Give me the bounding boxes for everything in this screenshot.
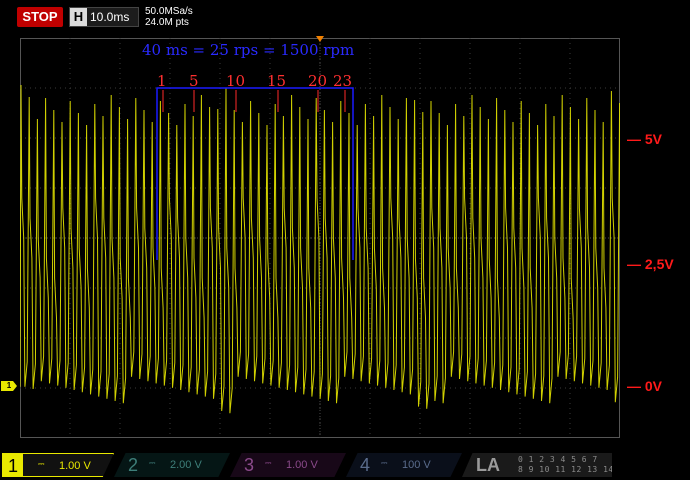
logic-analyzer-label: LA bbox=[476, 455, 500, 475]
voltage-label-text: 0V bbox=[644, 378, 663, 394]
channel-bar: 1 ⎓ 1.00 V 2 ⎓ 2.00 V 3 ⎓ 1.00 V 4 ⎓ 100… bbox=[0, 450, 690, 480]
channel1-ground-marker[interactable]: 1 bbox=[1, 381, 17, 391]
voltage-label-0v: — 0V bbox=[627, 378, 662, 394]
horizontal-label: H bbox=[70, 8, 87, 26]
channel3-tab[interactable]: 3 ⎓ 1.00 V bbox=[230, 453, 346, 477]
dc-coupling-icon: ⎓ bbox=[265, 458, 272, 467]
top-status-bar: STOP H 10.0ms 50.0MSa/s 24.0M pts bbox=[0, 0, 690, 32]
voltage-label-dash: — bbox=[627, 256, 645, 272]
acquisition-info: 50.0MSa/s 24.0M pts bbox=[145, 6, 193, 28]
voltage-label-5v: — 5V bbox=[627, 131, 662, 147]
run-stop-button[interactable]: STOP bbox=[17, 7, 63, 27]
logic-analyzer-tab[interactable]: LA 0 1 2 3 4 5 6 7 8 9 10 11 12 13 14 15 bbox=[462, 453, 612, 477]
voltage-label-text: 2,5V bbox=[644, 256, 674, 272]
waveform-display[interactable] bbox=[20, 38, 620, 438]
voltage-label-text: 5V bbox=[644, 131, 663, 147]
dc-coupling-icon: ⎓ bbox=[149, 458, 156, 467]
voltage-label-2-5v: — 2,5V bbox=[627, 256, 674, 272]
revolution-mark-10: 10 bbox=[226, 72, 246, 90]
revolution-mark-20: 20 bbox=[308, 72, 328, 90]
channel2-scale: 2.00 V bbox=[170, 459, 202, 471]
timebase-value: 10.0ms bbox=[90, 10, 130, 24]
channel3-scale: 1.00 V bbox=[286, 459, 318, 471]
channel1-scale: 1.00 V bbox=[59, 460, 91, 472]
channel1-number: 1 bbox=[3, 454, 23, 476]
revolution-mark-15: 15 bbox=[267, 72, 287, 90]
revolution-mark-23: 23 bbox=[333, 72, 353, 90]
revolution-mark-1: 1 bbox=[157, 72, 167, 90]
channel1-tab[interactable]: 1 ⎓ 1.00 V bbox=[2, 453, 114, 477]
waveform-canvas bbox=[20, 38, 620, 438]
timebase-control[interactable]: H 10.0ms bbox=[69, 7, 139, 27]
dc-coupling-icon: ⎓ bbox=[38, 459, 45, 468]
logic-channels-row-2: 8 9 10 11 12 13 14 15 bbox=[518, 465, 630, 474]
dc-coupling-icon: ⎓ bbox=[381, 458, 388, 467]
logic-channels-row-1: 0 1 2 3 4 5 6 7 bbox=[518, 455, 598, 464]
channel2-tab[interactable]: 2 ⎓ 2.00 V bbox=[114, 453, 230, 477]
sample-rate: 50.0MSa/s bbox=[145, 6, 193, 17]
channel4-scale: 100 V bbox=[402, 459, 431, 471]
channel4-tab[interactable]: 4 ⎓ 100 V bbox=[346, 453, 462, 477]
logic-channel-grid: 0 1 2 3 4 5 6 7 8 9 10 11 12 13 14 15 bbox=[518, 455, 630, 475]
rpm-annotation: 40 ms = 25 rps = 1500 rpm bbox=[142, 41, 355, 59]
memory-depth: 24.0M pts bbox=[145, 17, 189, 28]
channel3-number: 3 bbox=[244, 455, 255, 475]
voltage-label-dash: — bbox=[627, 131, 645, 147]
channel4-number: 4 bbox=[360, 455, 371, 475]
revolution-mark-5: 5 bbox=[189, 72, 199, 90]
channel2-number: 2 bbox=[128, 455, 139, 475]
voltage-label-dash: — bbox=[627, 378, 645, 394]
